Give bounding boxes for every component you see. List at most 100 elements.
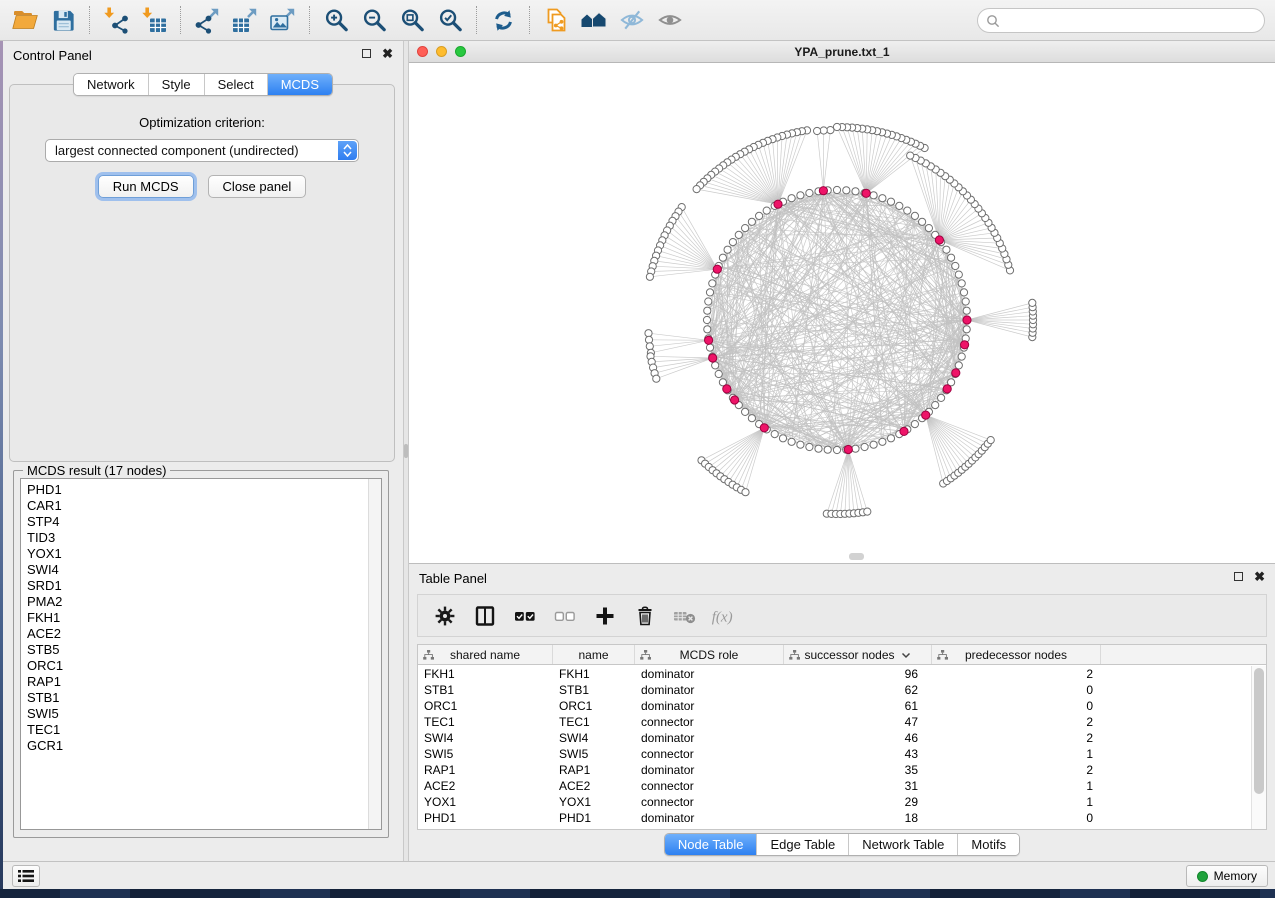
table-cell[interactable]: 35 (784, 763, 932, 777)
table-cell[interactable]: dominator (635, 811, 784, 825)
column-header-predecessor-nodes[interactable]: predecessor nodes (932, 645, 1101, 664)
column-header-successor-nodes[interactable]: successor nodes (784, 645, 932, 664)
table-cell[interactable]: 1 (932, 747, 1101, 761)
table-cell[interactable]: 2 (932, 731, 1101, 745)
table-cell[interactable]: ORC1 (418, 699, 553, 713)
table-settings-button[interactable] (430, 601, 460, 631)
criterion-select[interactable]: largest connected component (undirected) (45, 139, 359, 162)
table-cell[interactable]: STB1 (553, 683, 635, 697)
column-header-name[interactable]: name (553, 645, 635, 664)
network-graph[interactable] (409, 63, 1275, 563)
result-node[interactable]: SRD1 (27, 578, 381, 594)
result-scrollbar[interactable] (368, 479, 381, 829)
result-node[interactable]: SWI5 (27, 706, 381, 722)
table-cell[interactable]: SWI4 (553, 731, 635, 745)
apply-layout-button[interactable] (484, 2, 522, 38)
mcds-result-list[interactable]: PHD1CAR1STP4TID3YOX1SWI4SRD1PMA2FKH1ACE2… (20, 478, 382, 830)
close-panel-button[interactable]: Close panel (208, 175, 307, 198)
zoom-fit-button[interactable] (393, 2, 431, 38)
table-cell[interactable]: 2 (932, 667, 1101, 681)
result-node[interactable]: ORC1 (27, 658, 381, 674)
table-cell[interactable]: FKH1 (553, 667, 635, 681)
table-row[interactable]: SWI4SWI4dominator462 (418, 730, 1251, 746)
open-file-button[interactable] (6, 2, 44, 38)
table-cell[interactable]: 2 (932, 715, 1101, 729)
table-scrollbar[interactable] (1251, 666, 1266, 829)
table-cell[interactable]: PHD1 (418, 811, 553, 825)
export-table-button[interactable] (226, 2, 264, 38)
result-node[interactable]: TID3 (27, 530, 381, 546)
table-cell[interactable]: 0 (932, 811, 1101, 825)
table-cell[interactable]: 46 (784, 731, 932, 745)
table-cell[interactable]: connector (635, 795, 784, 809)
table-row[interactable]: RAP1RAP1dominator352 (418, 762, 1251, 778)
result-node[interactable]: GCR1 (27, 738, 381, 754)
table-cell[interactable]: connector (635, 747, 784, 761)
table-row[interactable]: PHD1PHD1dominator180 (418, 810, 1251, 826)
float-panel-icon[interactable] (1234, 572, 1243, 581)
show-all-button[interactable] (651, 2, 689, 38)
table-cell[interactable]: STB1 (418, 683, 553, 697)
network-canvas[interactable] (409, 63, 1275, 563)
tab-network-table[interactable]: Network Table (848, 834, 957, 855)
show-column-button[interactable] (470, 601, 500, 631)
result-node[interactable]: PMA2 (27, 594, 381, 610)
task-history-button[interactable] (12, 865, 40, 887)
window-close-traffic-light[interactable] (417, 46, 428, 57)
table-cell[interactable]: 29 (784, 795, 932, 809)
table-cell[interactable]: RAP1 (553, 763, 635, 777)
table-cell[interactable]: RAP1 (418, 763, 553, 777)
table-row[interactable]: ACE2ACE2connector311 (418, 778, 1251, 794)
tab-node-table[interactable]: Node Table (665, 834, 757, 855)
network-hscroll-thumb[interactable] (849, 553, 864, 560)
table-cell[interactable]: YOX1 (418, 795, 553, 809)
table-cell[interactable]: SWI4 (418, 731, 553, 745)
close-panel-icon[interactable]: ✖ (382, 49, 393, 58)
add-column-button[interactable] (590, 601, 620, 631)
result-node[interactable]: PHD1 (27, 482, 381, 498)
table-cell[interactable]: 31 (784, 779, 932, 793)
table-row[interactable]: ORC1ORC1dominator610 (418, 698, 1251, 714)
import-network-button[interactable] (97, 2, 135, 38)
hide-selected-button[interactable] (613, 2, 651, 38)
table-cell[interactable]: 96 (784, 667, 932, 681)
table-cell[interactable]: 1 (932, 795, 1101, 809)
window-zoom-traffic-light[interactable] (455, 46, 466, 57)
table-row[interactable]: SWI5SWI5connector431 (418, 746, 1251, 762)
tab-mcds[interactable]: MCDS (267, 74, 332, 95)
result-node[interactable]: ACE2 (27, 626, 381, 642)
table-cell[interactable]: dominator (635, 683, 784, 697)
divider-grip[interactable] (404, 444, 408, 458)
tab-style[interactable]: Style (148, 74, 204, 95)
search-box[interactable] (977, 8, 1265, 33)
table-cell[interactable]: dominator (635, 763, 784, 777)
tab-select[interactable]: Select (204, 74, 267, 95)
table-cell[interactable]: 0 (932, 699, 1101, 713)
table-cell[interactable]: SWI5 (418, 747, 553, 761)
table-cell[interactable]: 18 (784, 811, 932, 825)
clone-network-button[interactable] (537, 2, 575, 38)
column-header-MCDS-role[interactable]: MCDS role (635, 645, 784, 664)
run-mcds-button[interactable]: Run MCDS (98, 175, 194, 198)
export-image-button[interactable] (264, 2, 302, 38)
table-cell[interactable]: connector (635, 715, 784, 729)
deselect-all-rows-button[interactable] (550, 601, 580, 631)
result-node[interactable]: RAP1 (27, 674, 381, 690)
export-network-button[interactable] (188, 2, 226, 38)
table-cell[interactable]: connector (635, 779, 784, 793)
delete-column-button[interactable] (630, 601, 660, 631)
search-input[interactable] (1005, 13, 1256, 29)
result-node[interactable]: STB5 (27, 642, 381, 658)
table-cell[interactable]: dominator (635, 699, 784, 713)
select-all-rows-button[interactable] (510, 601, 540, 631)
table-cell[interactable]: dominator (635, 731, 784, 745)
table-cell[interactable]: SWI5 (553, 747, 635, 761)
result-node[interactable]: STP4 (27, 514, 381, 530)
table-scrollbar-thumb[interactable] (1254, 668, 1264, 794)
zoom-out-button[interactable] (355, 2, 393, 38)
result-node[interactable]: SWI4 (27, 562, 381, 578)
column-header-shared-name[interactable]: shared name (418, 645, 553, 664)
result-node[interactable]: STB1 (27, 690, 381, 706)
table-cell[interactable]: YOX1 (553, 795, 635, 809)
zoom-selected-button[interactable] (431, 2, 469, 38)
